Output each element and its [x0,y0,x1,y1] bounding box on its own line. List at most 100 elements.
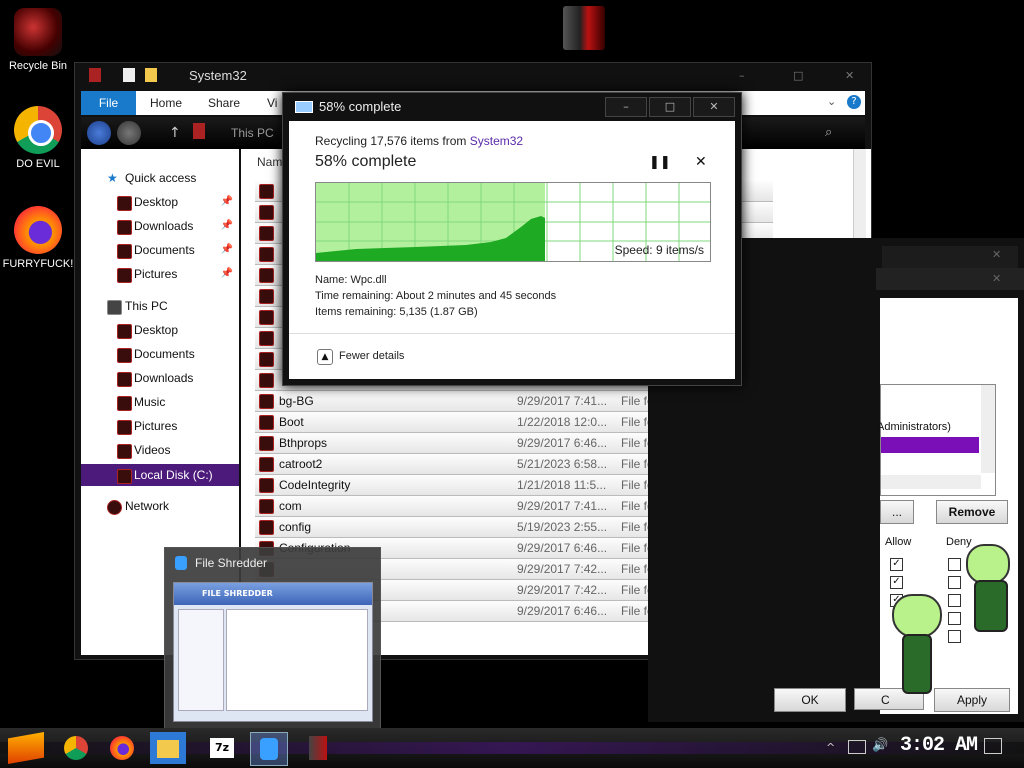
fewer-details-toggle[interactable]: Fewer details [339,350,404,362]
minimize-button[interactable]: – [605,97,647,117]
new-folder-icon[interactable] [145,68,157,82]
group-list-item-selected[interactable] [881,437,979,453]
firefox-shortcut-icon[interactable]: FURRYFUCK! [0,206,76,270]
row-name: Bthprops [279,436,328,450]
taskbar-7zip-button[interactable]: 7z [204,732,240,764]
tab-file[interactable]: File [81,91,136,115]
sidebar-item-documents[interactable]: Documents 📌 [81,239,239,261]
allow-column-header: Allow [885,536,912,548]
taskbar-firefox-button[interactable] [104,732,140,764]
pin-icon: 📌 [220,244,233,255]
source-folder-link[interactable]: System32 [470,134,523,148]
back-button[interactable] [87,121,111,145]
chevron-up-icon[interactable]: ▲ [317,349,333,365]
row-date: 9/29/2017 7:42... [517,562,608,576]
taskbar-file-shredder-button[interactable] [250,732,288,766]
sidebar-item-pc-videos[interactable]: Videos [81,439,239,461]
cancel-operation-button[interactable]: ✕ [695,154,707,170]
sidebar-item-pictures[interactable]: Pictures 📌 [81,263,239,285]
maximize-button[interactable]: □ [649,97,691,117]
row-date: 5/21/2023 6:58... [517,457,608,471]
pin-icon: 📌 [220,196,233,207]
network-icon[interactable] [848,740,866,754]
recycle-bin-icon[interactable]: Recycle Bin [0,8,76,72]
up-arrow-icon[interactable]: ↑ [169,125,181,141]
folder-icon [117,420,132,435]
clock[interactable]: 3:02 AM [900,734,978,757]
sidebar-item-quick-access[interactable]: ★ Quick access [81,167,239,189]
speed-label: Speed: 9 items/s [614,243,704,257]
tab-home[interactable]: Home [150,91,182,115]
sidebar-item-desktop[interactable]: Desktop 📌 [81,191,239,213]
taskbar-explorer-button[interactable] [150,732,186,764]
horizontal-scrollbar[interactable] [881,475,981,489]
folder-icon [259,415,274,430]
peridot-character-sticker [880,594,950,694]
sidebar-item-label: Documents [134,243,195,257]
tab-view[interactable]: Vi [267,91,277,115]
folder-icon [259,394,274,409]
group-list-item[interactable]: Administrators) [877,421,951,433]
row-name: catroot2 [279,457,323,471]
allow-checkbox[interactable]: ✓ [890,558,903,571]
start-button[interactable] [8,732,44,764]
copy-icon [295,101,313,113]
row-name: bg-BG [279,394,314,408]
sidebar-item-downloads[interactable]: Downloads 📌 [81,215,239,237]
pause-button[interactable]: ❚❚ [649,155,671,170]
properties-icon[interactable] [123,68,135,82]
notification-icon[interactable] [984,738,1002,754]
chevron-down-icon[interactable]: ⌄ [827,95,836,108]
folder-icon [259,436,274,451]
drive-icon [117,469,132,484]
sidebar-item-label: This PC [125,299,168,313]
folder-icon [117,324,132,339]
sidebar-item-pc-documents[interactable]: Documents [81,343,239,365]
help-icon[interactable]: ? [847,95,861,109]
close-icon[interactable]: ✕ [992,248,1001,261]
sidebar-item-label: Pictures [134,419,178,433]
sidebar-item-this-pc[interactable]: This PC [81,295,239,317]
pc-case-icon[interactable] [563,6,605,50]
tab-share[interactable]: Share [208,91,240,115]
sidebar-item-label: Local Disk (C:) [134,468,213,482]
row-name: Boot [279,415,304,429]
row-name: com [279,499,302,513]
forward-button[interactable] [117,121,141,145]
chrome-shortcut-icon[interactable]: DO EVIL [0,106,76,170]
sidebar-item-label: Pictures [134,267,178,281]
sidebar-item-label: Downloads [134,219,194,233]
sidebar-item-pc-downloads[interactable]: Downloads [81,367,239,389]
close-icon[interactable]: ✕ [992,272,1001,285]
search-icon[interactable]: ⌕ [825,125,832,140]
allow-checkbox[interactable]: ✓ [890,576,903,589]
sidebar-item-local-disk[interactable]: Local Disk (C:) [81,464,239,486]
close-button[interactable]: ✕ [693,97,735,117]
breadcrumb[interactable]: This PC [231,126,274,140]
add-button[interactable]: ... [880,500,914,524]
vertical-scrollbar[interactable] [981,385,995,473]
star-icon: ★ [107,171,118,185]
sidebar-item-pc-music[interactable]: Music [81,391,239,413]
taskbar-pc-button[interactable] [300,732,336,764]
chevron-up-icon[interactable]: ^ [826,741,835,754]
remove-button[interactable]: Remove [936,500,1008,524]
sidebar-item-network[interactable]: Network [81,495,239,517]
thumbnail-banner: FILE SHREDDER [202,589,273,598]
group-list[interactable]: Administrators) [877,384,996,496]
ok-button[interactable]: OK [774,688,846,712]
desktop-icon-label: Recycle Bin [8,60,68,72]
taskbar-chrome-button[interactable] [58,732,94,764]
maximize-button[interactable]: □ [793,69,803,82]
sidebar-item-pc-desktop[interactable]: Desktop [81,319,239,341]
row-name: CodeIntegrity [279,478,351,492]
sidebar-item-pc-pictures[interactable]: Pictures [81,415,239,437]
folder-icon [117,244,132,259]
desktop-icon-label: FURRYFUCK! [2,258,74,270]
minimize-button[interactable]: – [739,69,745,82]
volume-icon[interactable]: 🔊 [872,738,888,753]
taskbar-thumbnail-preview[interactable]: File Shredder FILE SHREDDER [164,547,381,729]
close-button[interactable]: ✕ [845,69,854,82]
computer-icon [107,300,122,315]
taskbar: 7z ^ 🔊 3:02 AM [0,728,1024,768]
